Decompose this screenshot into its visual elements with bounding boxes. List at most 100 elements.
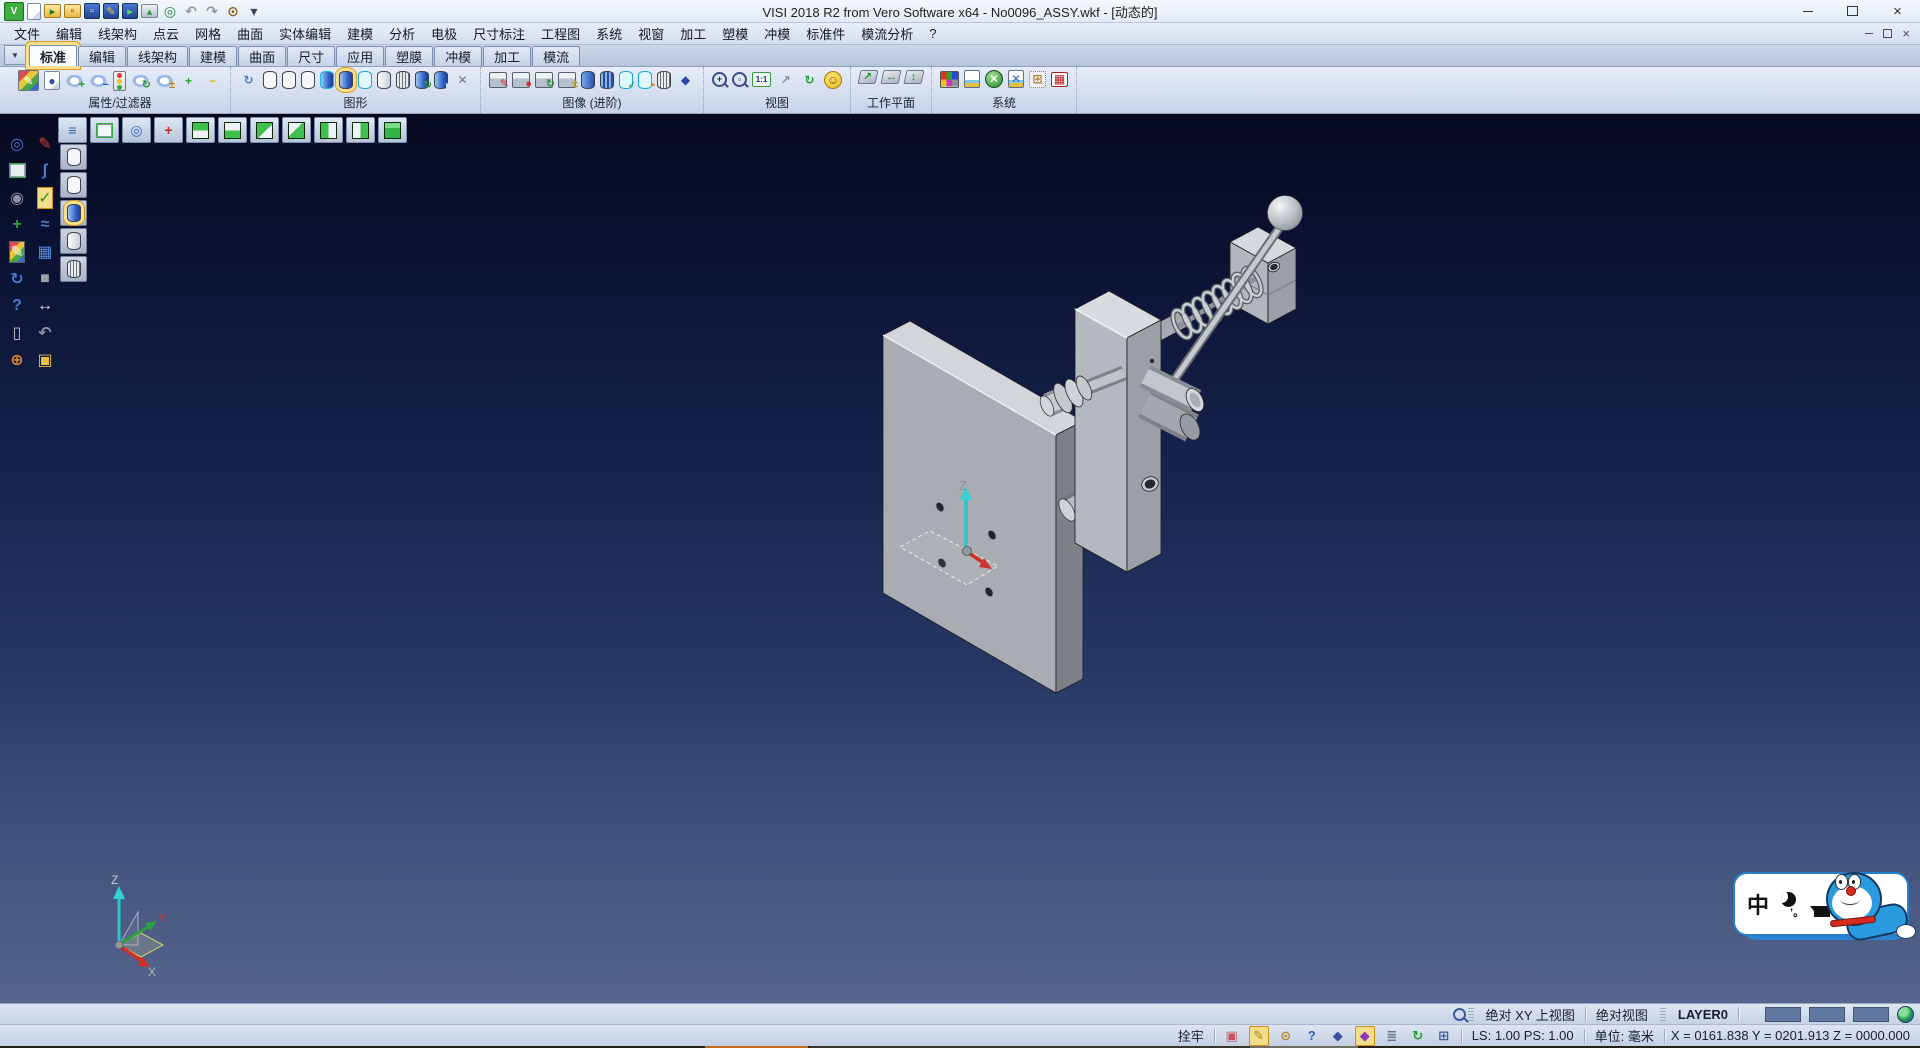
冲模[interactable]: 冲模 <box>434 46 482 66</box>
shading-mode-icon[interactable]: ◆ <box>1355 1026 1375 1046</box>
solid-shaded-view-icon[interactable]: ◆ <box>676 70 695 89</box>
help-icon[interactable]: ? <box>3 292 31 319</box>
view-menu-icon[interactable]: ≡ <box>58 117 87 143</box>
lock-label[interactable]: 拴牢 <box>1168 1026 1214 1045</box>
塑膜[interactable]: 塑膜 <box>385 46 433 66</box>
open-file-icon[interactable]: ▸ <box>44 4 61 18</box>
toggle-visibility-icon[interactable]: ± <box>155 71 174 90</box>
strip-cylinder-wire-icon[interactable] <box>60 256 87 282</box>
cylinder-refresh-icon[interactable]: ↻ <box>415 71 429 89</box>
status-swatch-3[interactable] <box>1853 1007 1889 1022</box>
active-layer-label[interactable]: LAYER0 <box>1668 1007 1738 1022</box>
units-label[interactable]: 单位: 毫米 <box>1585 1026 1664 1045</box>
globe-icon[interactable] <box>1897 1006 1914 1023</box>
refresh-view-icon[interactable]: ↻ <box>800 70 819 89</box>
visibility-filter-icon[interactable] <box>113 71 126 91</box>
confirm-check-icon[interactable]: ✓ <box>31 184 59 211</box>
tab-dropdown-button[interactable]: ▼ <box>4 45 26 65</box>
selection-wand-icon[interactable]: ✎ <box>1249 1026 1269 1046</box>
permissions-key-icon[interactable]: ⊙ <box>1277 1027 1295 1045</box>
cube-filter-icon[interactable]: ● <box>512 72 530 88</box>
ime-punctuation[interactable]: ’。 <box>1790 904 1804 920</box>
shaded-smiley-icon[interactable]: ☺ <box>824 71 842 89</box>
show-entities-icon[interactable]: + <box>65 71 84 90</box>
加工[interactable]: 加工 <box>672 23 714 44</box>
cube-refresh-icon[interactable]: ↻ <box>535 72 553 88</box>
view-top-icon[interactable] <box>186 117 215 143</box>
工程图[interactable]: 工程图 <box>533 23 588 44</box>
navigation-helm-icon[interactable]: ⊕ <box>3 346 31 373</box>
viewport-3d[interactable]: Z <box>0 114 1920 1003</box>
zoom-extents-icon[interactable] <box>90 117 119 143</box>
点云[interactable]: 点云 <box>145 23 187 44</box>
cylinder-wireframe-icon[interactable] <box>396 71 410 89</box>
view-back-icon[interactable] <box>282 117 311 143</box>
zoom-extents-icon[interactable] <box>3 157 31 184</box>
status-swatch-2[interactable] <box>1809 1007 1845 1022</box>
spline-edit-icon[interactable]: ≈ <box>31 211 59 238</box>
hide-entities-icon[interactable]: − <box>89 71 108 90</box>
undo-icon[interactable]: ↶ <box>182 3 200 20</box>
absolute-xy-view-label[interactable]: 绝对 XY 上视图 <box>1476 1005 1585 1024</box>
cylinder-shaded-icon[interactable] <box>339 71 353 89</box>
context-help-icon[interactable]: ? <box>1303 1027 1321 1045</box>
solid-box-icon[interactable]: ■ <box>31 265 59 292</box>
compass-icon[interactable]: ⊙ <box>224 3 242 20</box>
模流[interactable]: 模流 <box>532 46 580 66</box>
cylinder-outline-1-icon[interactable] <box>263 71 277 89</box>
zoom-actual-icon[interactable]: 1:1 <box>752 72 771 87</box>
zoom-selected-icon[interactable]: ◉ <box>3 184 31 211</box>
cylinder-solid-blue-icon[interactable] <box>581 71 595 89</box>
print-icon[interactable]: ▴ <box>141 4 158 18</box>
尺寸标注[interactable]: 尺寸标注 <box>465 23 533 44</box>
系统[interactable]: 系统 <box>588 23 630 44</box>
regenerate-icon[interactable]: ↻ <box>3 265 31 292</box>
graphics-settings-icon[interactable]: ✕ <box>453 70 472 89</box>
open-copy-icon[interactable]: ▫ <box>64 4 81 18</box>
strip-cylinder-outline-1-icon[interactable] <box>60 144 87 170</box>
measure-distance-icon[interactable]: ↔ <box>31 292 59 319</box>
cylinder-light-icon[interactable] <box>377 71 391 89</box>
pan-view-icon[interactable]: ↗ <box>776 70 795 89</box>
remove-filter-icon[interactable]: − <box>203 71 222 90</box>
notes-icon[interactable]: ▣ <box>1223 1027 1241 1045</box>
ime-language-mode[interactable]: 中 <box>1747 888 1769 920</box>
建模[interactable]: 建模 <box>189 46 237 66</box>
qat-dropdown-icon[interactable]: ▾ <box>245 3 263 20</box>
delete-trash-icon[interactable]: ▯ <box>3 319 31 346</box>
加工[interactable]: 加工 <box>483 46 531 66</box>
layer-stack-icon[interactable]: ≣ <box>1383 1027 1401 1045</box>
cylinder-export-icon[interactable]: ▸ <box>434 71 448 89</box>
view-iso-icon[interactable] <box>378 117 407 143</box>
分析[interactable]: 分析 <box>381 23 423 44</box>
cylinder-outline-2-icon[interactable] <box>282 71 296 89</box>
标准件[interactable]: 标准件 <box>798 23 853 44</box>
open-image-icon[interactable]: ▣ <box>31 346 59 373</box>
grid-plane-icon[interactable]: ▦ <box>31 238 59 265</box>
zoom-in-icon[interactable]: + <box>712 72 727 87</box>
尺寸[interactable]: 尺寸 <box>287 46 335 66</box>
cylinder-transparent-icon[interactable] <box>358 71 372 89</box>
moon-icon[interactable] <box>1781 892 1796 907</box>
zoom-window-icon[interactable]: ▫ <box>732 72 747 87</box>
线架构[interactable]: 线架构 <box>90 23 145 44</box>
orient-view-icon[interactable]: + <box>3 211 31 238</box>
workplane-align-icon[interactable]: ↔ <box>881 70 902 84</box>
copy-attributes-icon[interactable]: ● <box>44 71 60 90</box>
undo-arrow-icon[interactable]: ↶ <box>31 319 59 346</box>
dynamic-pan-icon[interactable]: ◎ <box>3 130 31 157</box>
cylinder-outline-3-icon[interactable] <box>301 71 315 89</box>
system-tools-icon[interactable]: ✕ <box>985 70 1003 88</box>
冲模[interactable]: 冲模 <box>756 23 798 44</box>
view-bottom-icon[interactable] <box>218 117 247 143</box>
cylinder-striped-icon[interactable] <box>600 71 614 89</box>
线架构[interactable]: 线架构 <box>127 46 188 66</box>
cylinder-tag-icon[interactable]: ▪ <box>638 71 652 89</box>
status-swatch-1[interactable] <box>1765 1007 1801 1022</box>
cube-toggle-icon[interactable]: ± <box>558 72 576 88</box>
print-preview-icon[interactable]: ◎ <box>161 3 179 20</box>
网格[interactable]: 网格 <box>187 23 229 44</box>
save-icon[interactable]: ▫ <box>84 3 100 19</box>
spline-draw-icon[interactable]: ∫ <box>31 157 59 184</box>
attributes-brush-icon[interactable]: ✎ <box>3 238 31 265</box>
